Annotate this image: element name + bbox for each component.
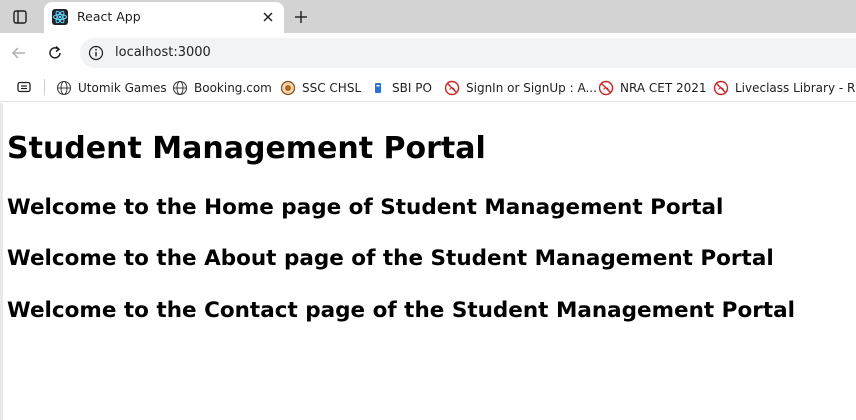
bookmark-nra-cet[interactable]: NRA CET 2021	[598, 78, 707, 98]
new-tab-button[interactable]	[290, 6, 312, 28]
bookmark-sbi-po[interactable]: SBI PO	[370, 78, 432, 98]
bookmark-label: NRA CET 2021	[620, 81, 707, 95]
arrow-left-icon	[11, 47, 25, 59]
bookmark-label: Liveclass Library - R...	[735, 81, 856, 95]
bookmark-label: Booking.com	[194, 81, 272, 95]
bookmark-ssc-chsl[interactable]: SSC CHSL	[280, 78, 361, 98]
globe-icon	[56, 80, 72, 96]
blocked-icon	[444, 80, 460, 96]
tab-title: React App	[77, 9, 141, 24]
blocked-icon	[713, 80, 729, 96]
page-viewport: Student Management Portal Welcome to the…	[0, 103, 856, 420]
plus-icon	[295, 11, 307, 23]
bookmarks-divider	[44, 79, 45, 95]
bookmark-booking[interactable]: Booking.com	[172, 78, 272, 98]
address-bar[interactable]: localhost:3000	[80, 38, 856, 68]
globe-icon	[172, 80, 188, 96]
browser-tab-active[interactable]: React App	[44, 2, 284, 33]
contact-heading: Welcome to the Contact page of the Stude…	[7, 298, 795, 323]
reload-icon	[49, 45, 61, 59]
tab-actions-icon	[13, 10, 27, 24]
bookmark-favicon-icon	[375, 83, 381, 93]
home-heading: Welcome to the Home page of Student Mana…	[7, 195, 724, 220]
blocked-icon	[598, 80, 614, 96]
about-heading: Welcome to the About page of the Student…	[7, 246, 774, 271]
reload-button[interactable]	[44, 42, 66, 64]
tab-actions-button[interactable]	[6, 6, 34, 28]
react-logo-icon	[52, 9, 68, 25]
bookmark-signin-signup[interactable]: SignIn or SignUp : A...	[444, 78, 597, 98]
tab-search-icon[interactable]	[16, 79, 32, 95]
bookmark-label: Utomik Games	[78, 81, 167, 95]
emblem-icon	[280, 80, 296, 96]
bookmark-liveclass-library[interactable]: Liveclass Library - R...	[713, 78, 856, 98]
bookmark-label: SignIn or SignUp : A...	[466, 81, 597, 95]
bookmark-label: SSC CHSL	[302, 81, 362, 95]
info-icon[interactable]	[88, 45, 104, 61]
close-icon	[263, 12, 273, 22]
url-text[interactable]: localhost:3000	[115, 45, 211, 60]
page-title: Student Management Portal	[7, 131, 486, 166]
tab-strip: React App	[0, 0, 856, 33]
bookmark-utomik-games[interactable]: Utomik Games	[56, 78, 167, 98]
bookmarks-bar: Utomik Games Booking.com SSC CHSL SBI PO…	[0, 73, 856, 102]
browser-toolbar: localhost:3000	[0, 33, 856, 73]
bookmark-label: SBI PO	[392, 81, 432, 95]
back-button[interactable]	[8, 42, 30, 64]
tab-close-button[interactable]	[260, 9, 276, 25]
